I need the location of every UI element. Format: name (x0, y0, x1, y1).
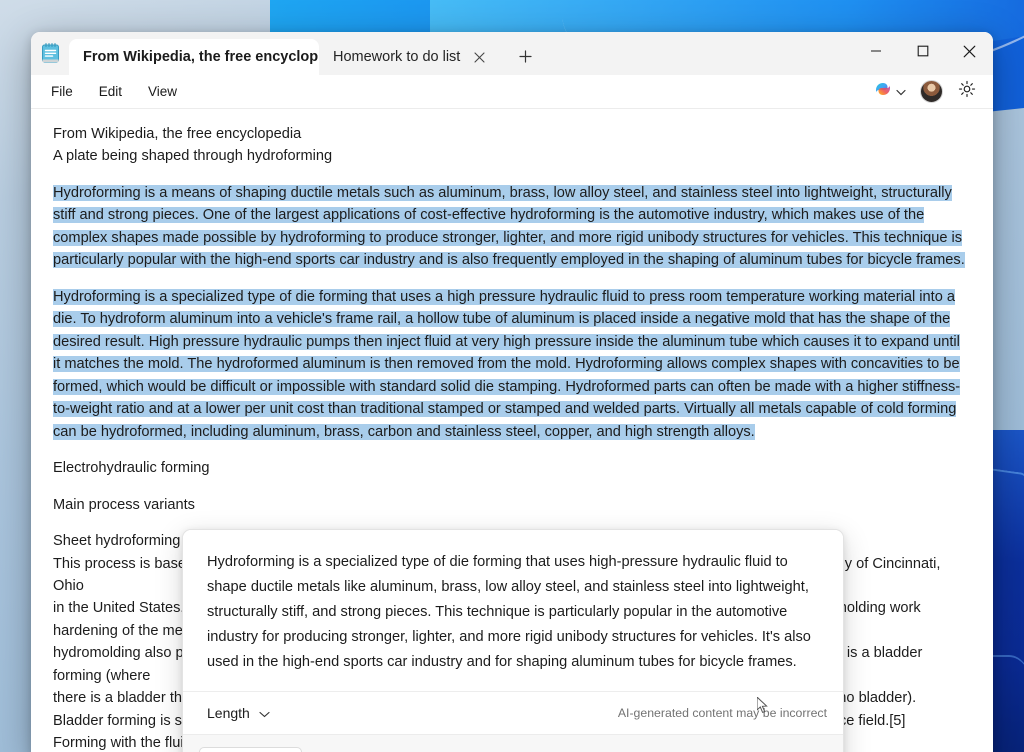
settings-button[interactable] (951, 76, 983, 108)
window-controls (852, 32, 993, 75)
tab-label: Homework to do list (333, 49, 461, 65)
copilot-button[interactable] (868, 75, 911, 108)
maximize-button[interactable] (899, 32, 946, 70)
ai-summary-popup: Hydroforming is a specialized type of di… (182, 529, 844, 752)
tab-homework[interactable]: Homework to do list (319, 39, 504, 75)
close-icon[interactable] (388, 746, 422, 752)
length-dropdown[interactable]: Length (199, 701, 278, 725)
menu-view-label: View (148, 84, 178, 99)
menu-file-label: File (51, 84, 73, 99)
minimize-button[interactable] (852, 32, 899, 70)
ai-summary-text: Hydroforming is a specialized type of di… (183, 530, 843, 693)
tab-strip: From Wikipedia, the free encyclop Homewo… (69, 32, 852, 75)
menu-file[interactable]: File (39, 80, 85, 103)
account-button[interactable] (915, 76, 947, 108)
doc-header-line-2: A plate being shaped through hydroformin… (53, 148, 333, 165)
document-area[interactable]: From Wikipedia, the free encyclopedia A … (31, 109, 993, 752)
notepad-icon (31, 32, 69, 75)
copilot-icon (873, 79, 893, 104)
menu-view[interactable]: View (136, 80, 189, 103)
menu-edit-label: Edit (98, 84, 123, 99)
copy-icon[interactable] (308, 746, 342, 752)
doc-line-electrohydraulic: Electrohydraulic forming (53, 460, 210, 477)
refresh-icon[interactable] (348, 746, 382, 752)
selected-text-1: Hydroforming is a means of shaping ducti… (53, 184, 965, 269)
tab-wikipedia[interactable]: From Wikipedia, the free encyclop (69, 39, 319, 75)
desktop: From Wikipedia, the free encyclop Homewo… (0, 0, 1024, 752)
doc-line-main-variants: Main process variants (53, 496, 195, 513)
menubar: File Edit View (31, 75, 993, 109)
doc-paragraph-1: Hydroforming is a means of shaping ducti… (53, 182, 971, 272)
menu-edit[interactable]: Edit (87, 80, 134, 103)
ai-popup-meta-row: Length AI-generated content may be incor… (183, 692, 843, 736)
layers-icon[interactable] (753, 746, 787, 752)
chevron-down-icon (896, 83, 906, 101)
insert-below-button[interactable]: Insert below (199, 746, 303, 752)
length-dropdown-label: Length (207, 705, 250, 722)
tab-label: From Wikipedia, the free encyclop (83, 49, 319, 65)
menubar-right-actions (868, 75, 993, 108)
doc-paragraph-2: Hydroforming is a specialized type of di… (53, 286, 971, 443)
titlebar: From Wikipedia, the free encyclop Homewo… (31, 32, 993, 75)
selected-text-2: Hydroforming is a specialized type of di… (53, 288, 961, 440)
ai-disclaimer: AI-generated content may be incorrect (617, 706, 827, 721)
gear-icon (958, 80, 976, 103)
ai-popup-actions: Insert below (183, 735, 843, 752)
avatar (919, 80, 943, 103)
notepad-window: From Wikipedia, the free encyclop Homewo… (31, 32, 993, 752)
close-button[interactable] (946, 32, 993, 70)
new-tab-button[interactable] (510, 41, 540, 71)
doc-header-line-1: From Wikipedia, the free encyclopedia (53, 126, 302, 142)
tab-close-icon[interactable] (468, 46, 490, 68)
flag-icon[interactable] (793, 746, 827, 752)
chevron-down-icon (259, 705, 270, 721)
